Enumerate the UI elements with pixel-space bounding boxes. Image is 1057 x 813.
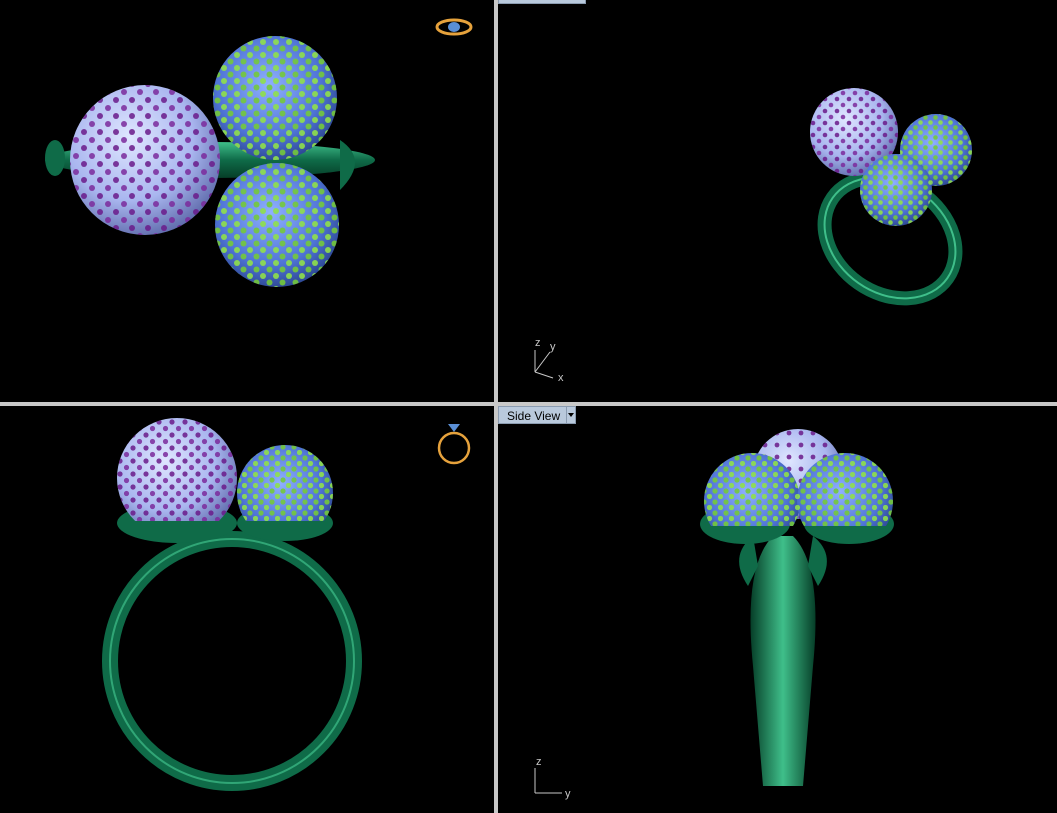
viewport-top-right[interactable]: z y x [498, 0, 1057, 402]
viewport-title-tab-top-right[interactable] [498, 0, 586, 4]
viewport-menu-arrow[interactable] [566, 406, 576, 424]
axis-z-label-side: z [536, 756, 542, 768]
viewport-bottom-left[interactable] [0, 406, 494, 813]
axis-x-label: x [558, 372, 564, 384]
ring-front-icon[interactable] [437, 424, 471, 465]
viewport-title-label: Side View [507, 409, 561, 423]
ring-render-top [45, 18, 473, 287]
axes-indicator-side: z y [534, 756, 571, 800]
viewport-title-tab[interactable]: Side View [498, 406, 570, 424]
chevron-down-icon [568, 413, 574, 417]
axes-indicator: z y x [534, 337, 564, 384]
ring-render-side: z y [534, 429, 894, 800]
viewport-divider-horizontal[interactable] [0, 402, 1057, 406]
ring-render-front [102, 418, 471, 791]
viewport-divider-vertical[interactable] [494, 0, 498, 813]
axis-z-label: z [535, 337, 541, 349]
axis-y-label-side: y [565, 788, 571, 800]
ring-render-perspective: z y x [534, 88, 972, 384]
band-front [102, 531, 362, 791]
viewport-bottom-right[interactable]: z y Side View [498, 406, 1057, 813]
viewport-top-left[interactable] [0, 0, 494, 402]
axis-y-label: y [550, 341, 556, 353]
band-side [750, 536, 816, 786]
ring-top-icon[interactable] [435, 18, 473, 36]
